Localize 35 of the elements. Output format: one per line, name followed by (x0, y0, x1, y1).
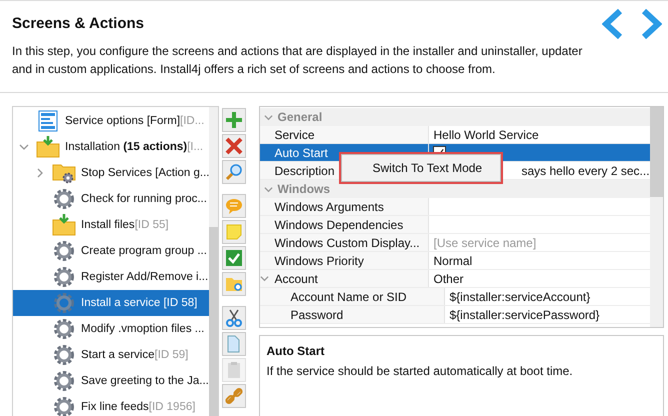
property-placeholder: [Use service name] (433, 236, 536, 250)
help-text: If the service should be started automatically at boot time. (266, 364, 574, 378)
tree-item-label: Install files[ID 55] (81, 219, 169, 231)
tree-item-label: Start a service[ID 59] (81, 349, 188, 361)
property-name: Account Name or SID (290, 290, 407, 304)
property-value: ${installer:serviceAccount} (449, 290, 590, 304)
tree-item-label: Fix line feeds[ID 1956] (81, 401, 196, 413)
page-title: Screens & Actions (12, 15, 145, 32)
help-title: Auto Start (266, 344, 326, 358)
tree-item-label: Installation (15 actions)[I... (65, 141, 204, 153)
property-name: Windows Priority (274, 254, 364, 268)
tree-item-label: Check for running proc... (81, 193, 207, 205)
tree-item-label: Install a service [ID 58] (81, 297, 198, 309)
group-title: General (277, 110, 322, 124)
property-value: ${installer:servicePassword} (449, 308, 600, 322)
property-value: Normal (433, 254, 472, 268)
page-description: In this step, you configure the screens and actions that are displayed in the installer and uninstaller, updater and in custom applications. Install4j offers a rich set of screens and actions to choose from. (12, 43, 584, 78)
property-value: says hello every 2 sec... (521, 164, 650, 178)
property-name: Description (274, 164, 335, 178)
tree-item-label: Service options [Form][ID... (65, 115, 204, 127)
property-name: Windows Dependencies (274, 218, 404, 232)
property-name: Windows Arguments (274, 200, 384, 214)
tree-item-label: Modify .vmoption files ... (81, 323, 204, 335)
tree-item-label: Create program group ... (81, 245, 207, 257)
property-name: Auto Start (274, 146, 328, 160)
property-name: Password (290, 308, 344, 322)
property-name: Service (274, 128, 314, 142)
tree-item-label: Register Add/Remove i... (81, 271, 208, 283)
property-value: Other (433, 272, 464, 286)
group-title: Windows (277, 182, 330, 196)
property-value: Hello World Service (433, 128, 539, 142)
property-name: Windows Custom Display... (274, 236, 420, 250)
tree-item-label: Stop Services [Action g... (81, 167, 210, 179)
property-name: Account (274, 272, 318, 286)
tree-item-label: Save greeting to the Ja... (81, 375, 209, 387)
